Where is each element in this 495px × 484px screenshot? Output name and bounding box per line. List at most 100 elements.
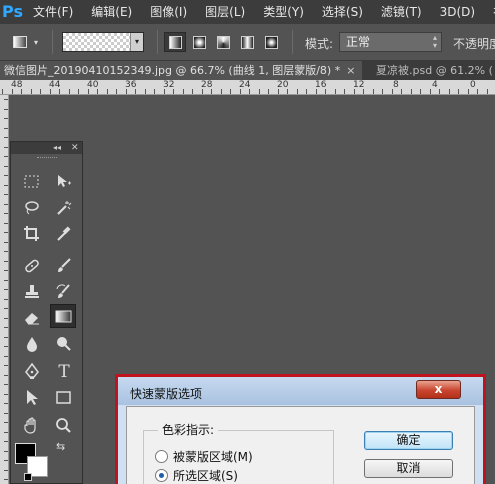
crop-tool[interactable] [19, 222, 45, 246]
radio-selected-areas[interactable]: 所选区域(S) [155, 467, 238, 483]
diamond-gradient-icon [265, 36, 278, 49]
dodge-tool[interactable] [51, 332, 77, 356]
ruler-tick [4, 232, 8, 233]
ruler-tick [4, 128, 8, 129]
menu-select[interactable]: 选择(S) [313, 0, 372, 24]
ruler-tick [439, 89, 440, 94]
pen-tool[interactable] [19, 360, 45, 384]
ruler-tick [4, 422, 8, 423]
divider [292, 30, 293, 54]
reflected-gradient-button[interactable] [236, 32, 258, 52]
ruler-tick [211, 89, 212, 94]
radial-gradient-button[interactable] [188, 32, 210, 52]
hand-tool[interactable] [19, 414, 45, 438]
healing-brush-tool[interactable] [19, 254, 45, 278]
ruler-tick [183, 89, 184, 94]
move-tool[interactable] [51, 170, 77, 194]
swap-colors-icon[interactable]: ⇆ [56, 440, 65, 453]
ruler-tick [4, 346, 8, 347]
ruler-tick [135, 89, 136, 94]
ruler-tick [21, 89, 22, 94]
path-selection-tool[interactable] [19, 386, 45, 410]
ruler-tick [477, 89, 478, 94]
close-icon[interactable]: × [346, 64, 355, 77]
quick-mask-options-dialog: 快速蒙版选项 x 色彩指示: 被蒙版区域(M) 所选区域(S) 确定 取消 [115, 374, 486, 484]
default-colors-icon[interactable] [24, 473, 32, 481]
blend-mode-select[interactable]: 正常 ▴ ▾ [339, 32, 442, 52]
brush-tool[interactable] [51, 254, 77, 278]
radio-masked-areas[interactable]: 被蒙版区域(M) [155, 448, 253, 464]
tab-label: 微信图片_20190410152349.jpg @ 66.7% (曲线 1, 图… [4, 64, 341, 77]
close-icon[interactable]: ✕ [71, 142, 79, 154]
ruler-tick [4, 261, 8, 262]
ruler-tick [4, 147, 8, 148]
lasso-tool[interactable] [19, 196, 45, 220]
menu-filter[interactable]: 滤镜(T) [372, 0, 431, 24]
ruler-tick [287, 89, 288, 94]
diamond-gradient-button[interactable] [260, 32, 282, 52]
gradient-tool-icon [13, 36, 27, 48]
radio-label: 被蒙版区域(M) [173, 449, 253, 464]
tools-panel-header[interactable]: ◂◂ ✕ [11, 142, 82, 154]
type-tool[interactable]: T [51, 360, 77, 384]
radial-gradient-icon [193, 36, 206, 49]
ruler-tick [173, 89, 174, 94]
type-icon: T [58, 362, 70, 382]
chevron-down-icon[interactable]: ▾ [130, 33, 143, 51]
ruler-tick [325, 89, 326, 94]
eyedropper-tool[interactable] [51, 222, 77, 246]
menu-image[interactable]: 图像(I) [141, 0, 196, 24]
blur-tool[interactable] [19, 332, 45, 356]
clone-stamp-tool[interactable] [19, 280, 45, 304]
path-select-icon [27, 390, 38, 405]
gradient-tool[interactable] [50, 304, 76, 328]
ruler-tick [4, 213, 8, 214]
divider [52, 30, 53, 54]
dialog-titlebar[interactable]: 快速蒙版选项 x [118, 377, 483, 405]
menu-view[interactable]: 视图 [484, 0, 495, 24]
menu-layer[interactable]: 图层(L) [196, 0, 254, 24]
ruler-tick [430, 89, 431, 94]
menu-bar: Ps 文件(F) 编辑(E) 图像(I) 图层(L) 类型(Y) 选择(S) 滤… [0, 0, 495, 24]
ruler-tick [268, 89, 269, 94]
menu-type[interactable]: 类型(Y) [254, 0, 313, 24]
cancel-button[interactable]: 取消 [364, 459, 453, 478]
ruler-tick [4, 451, 8, 452]
tab-wechat-image[interactable]: 微信图片_20190410152349.jpg @ 66.7% (曲线 1, 图… [0, 61, 362, 80]
ruler-tick [4, 270, 8, 271]
bandage-icon [25, 259, 39, 273]
eraser-tool[interactable] [19, 306, 45, 330]
menu-edit[interactable]: 编辑(E) [82, 0, 141, 24]
options-bar: ▾ ▾ 模式: 正常 ▴▾ 不透明度 [0, 24, 495, 61]
ruler-tick [164, 89, 165, 94]
menu-3d[interactable]: 3D(D) [431, 0, 484, 24]
ruler-tick [449, 89, 450, 94]
ruler-tick [392, 89, 393, 94]
ruler-tick [145, 89, 146, 94]
gradient-picker[interactable]: ▾ [62, 32, 144, 52]
document-tabs: 微信图片_20190410152349.jpg @ 66.7% (曲线 1, 图… [0, 61, 495, 80]
dialog-close-button[interactable]: x [416, 380, 461, 399]
magic-wand-tool[interactable] [51, 196, 77, 220]
linear-gradient-button[interactable] [164, 32, 186, 52]
collapse-icon[interactable]: ◂◂ [53, 142, 61, 154]
tab-xialiangbei[interactable]: 夏凉被.psd @ 61.2% ( [372, 61, 495, 80]
color-indicates-label: 色彩指示: [158, 421, 219, 438]
menu-file[interactable]: 文件(F) [24, 0, 82, 24]
radio-button[interactable] [155, 468, 168, 482]
ruler-tick [59, 89, 60, 94]
ruler-tick [12, 89, 13, 94]
history-brush-tool[interactable] [51, 280, 77, 304]
ruler-tick [278, 89, 279, 94]
marquee-tool[interactable] [19, 170, 45, 194]
rectangle-tool[interactable] [51, 386, 77, 410]
tool-preset-picker[interactable]: ▾ [10, 32, 38, 52]
zoom-tool[interactable] [51, 414, 77, 438]
ruler-tick [4, 394, 8, 395]
panel-grip[interactable] [11, 154, 82, 162]
ruler-tick [2, 89, 3, 94]
angle-gradient-button[interactable] [212, 32, 234, 52]
radio-button[interactable] [155, 449, 168, 463]
ruler-tick [154, 89, 155, 94]
ok-button[interactable]: 确定 [364, 431, 453, 450]
